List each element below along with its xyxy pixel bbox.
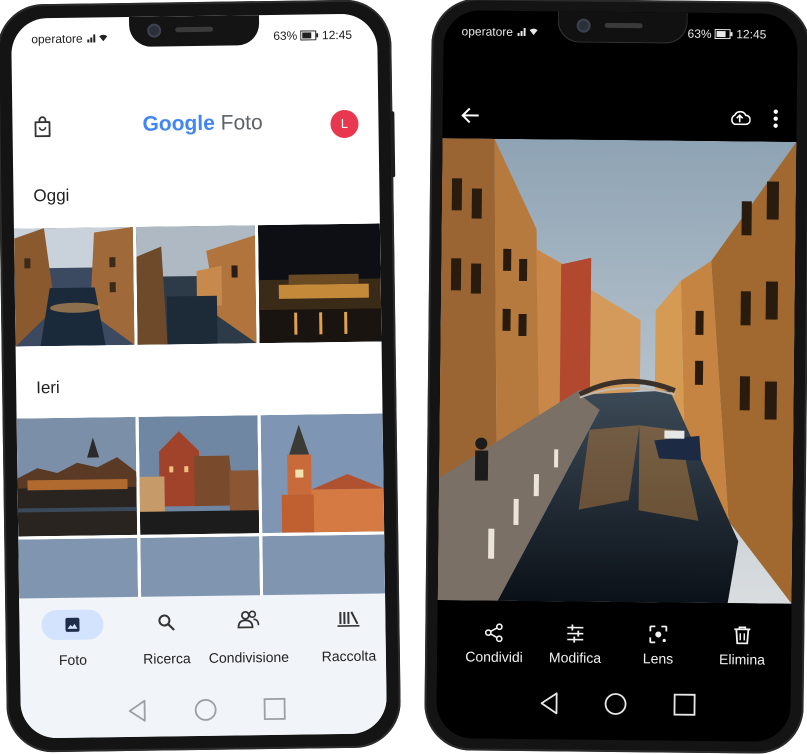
- search-icon[interactable]: [157, 613, 175, 631]
- venice-canal-photo[interactable]: [438, 138, 797, 604]
- notch: [557, 11, 687, 43]
- library-icon[interactable]: [337, 609, 359, 627]
- lens-icon[interactable]: [648, 624, 668, 644]
- status-carrier: operatore: [31, 31, 108, 46]
- phone-left: operatore 63% 12:45 Google Foto L Oggi: [0, 0, 401, 753]
- status-right: 63% 12:45: [273, 28, 352, 43]
- photo-thumb-warsaw-castle[interactable]: [261, 413, 385, 533]
- recents-icon[interactable]: [672, 693, 696, 717]
- section-title-yesterday: Ieri: [36, 378, 60, 398]
- notch: [129, 15, 259, 47]
- recents-icon[interactable]: [262, 697, 286, 721]
- section-title-today: Oggi: [33, 186, 69, 206]
- back-icon[interactable]: [127, 699, 149, 723]
- photo-thumb-venice-canal-1[interactable]: [14, 227, 135, 347]
- battery-icon: [715, 29, 733, 39]
- share-icon[interactable]: [484, 623, 504, 643]
- status-carrier: operatore: [462, 24, 539, 39]
- nav-label-condivisione: Condivisione: [194, 649, 304, 667]
- tune-icon[interactable]: [565, 623, 585, 643]
- cloud-upload-icon[interactable]: [729, 109, 751, 127]
- trash-icon[interactable]: [733, 625, 751, 645]
- action-label-delete: Elimina: [692, 651, 792, 668]
- status-right: 63% 12:45: [688, 27, 767, 42]
- photo-thumb-venice-canal-2[interactable]: [136, 225, 257, 345]
- home-icon[interactable]: [602, 691, 628, 717]
- photo-icon: [64, 617, 80, 633]
- battery-icon: [301, 30, 319, 40]
- photo-viewer-screen: operatore 63% 12:45: [436, 10, 798, 742]
- nav-label-raccolta: Raccolta: [294, 647, 387, 665]
- logo-google-text: Google: [142, 112, 215, 136]
- signal-wifi-icon: [516, 26, 538, 37]
- signal-wifi-icon: [86, 32, 108, 43]
- front-camera: [147, 23, 161, 37]
- arrow-back-icon[interactable]: [461, 106, 481, 124]
- logo-foto-text: Foto: [220, 111, 262, 135]
- side-button: [390, 111, 395, 177]
- bottom-nav: [19, 593, 386, 688]
- photo-thumb-venice-night[interactable]: [258, 223, 382, 343]
- people-icon[interactable]: [237, 609, 259, 629]
- earpiece: [605, 23, 643, 28]
- home-icon[interactable]: [192, 697, 218, 723]
- photo-thumb-warsaw-1[interactable]: [17, 417, 138, 537]
- back-icon[interactable]: [538, 691, 560, 715]
- shop-bag-icon[interactable]: [32, 116, 52, 143]
- more-vert-icon[interactable]: [773, 109, 779, 129]
- phone-right: operatore 63% 12:45: [424, 0, 807, 754]
- avatar[interactable]: L: [330, 110, 358, 138]
- front-camera: [577, 19, 591, 33]
- nav-item-foto[interactable]: [41, 609, 103, 640]
- earpiece: [175, 27, 213, 33]
- photo-thumb-warsaw-2[interactable]: [139, 415, 260, 535]
- avatar-letter: L: [341, 116, 348, 131]
- photos-grid-screen: operatore 63% 12:45 Google Foto L Oggi: [11, 13, 387, 738]
- app-logo: Google Foto: [142, 111, 263, 137]
